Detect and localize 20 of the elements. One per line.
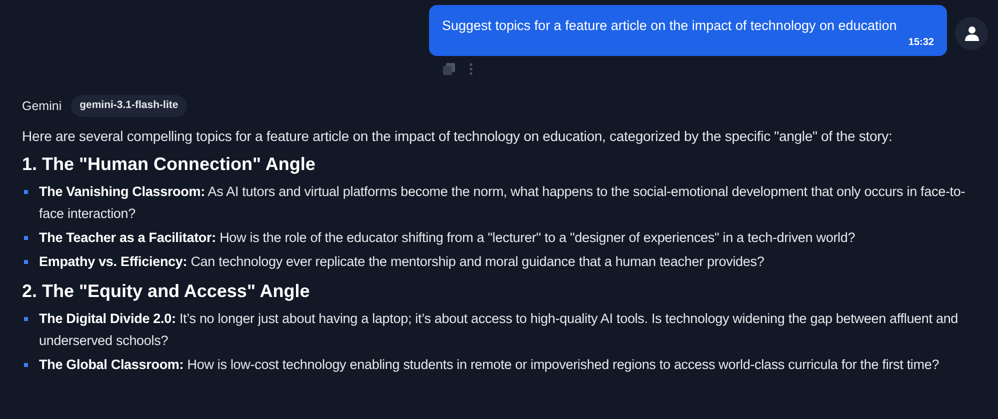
section-heading: 2. The "Equity and Access" Angle <box>22 280 311 303</box>
bullet-icon <box>24 190 28 194</box>
list-item-text: The Vanishing Classroom: As AI tutors and virtual platforms become the norm, what happens to the social-emotional development that only occurs in face-to-face interaction? <box>39 182 966 223</box>
bullet-icon <box>24 260 28 264</box>
bullet-icon <box>24 236 28 240</box>
intro-paragraph: Here are several compelling topics for a feature article on the impact of technology on education, categorized by the specific "angle" of the story: <box>22 126 894 146</box>
list-item-text: The Digital Divide 2.0: It’s no longer just about having a laptop; it’s about access to high-quality AI tools. Is technology widening the gap between affluent and underserved schools? <box>39 310 960 350</box>
bullet-icon <box>24 316 28 321</box>
message-time: 15:32 <box>908 36 934 50</box>
message-text: Suggest topics for a feature article on the impact of technology on education <box>442 17 898 35</box>
copy-icon[interactable] <box>443 63 455 75</box>
section-heading: 1. The "Human Connection" Angle <box>22 152 316 176</box>
sender-name: Gemini <box>22 98 62 114</box>
bullet-icon <box>24 362 28 367</box>
list-item-text: Empathy vs. Efficiency: Can technology ever replicate the mentorship and moral guidance that a human teacher provides? <box>39 252 764 271</box>
list-item-text: The Global Classroom: How is low-cost technology enabling students in remote or impoverished regions to access world-class curricula for the first time? <box>39 356 940 374</box>
more-options-icon[interactable] <box>469 63 473 75</box>
model-badge: gemini-3.1-flash-lite <box>70 95 188 117</box>
list-item-text: The Teacher as a Facilitator: How is the role of the educator shifting from a "lecturer" to a "designer of experiences" in a tech-driven world? <box>39 228 856 247</box>
user-icon <box>964 26 978 41</box>
